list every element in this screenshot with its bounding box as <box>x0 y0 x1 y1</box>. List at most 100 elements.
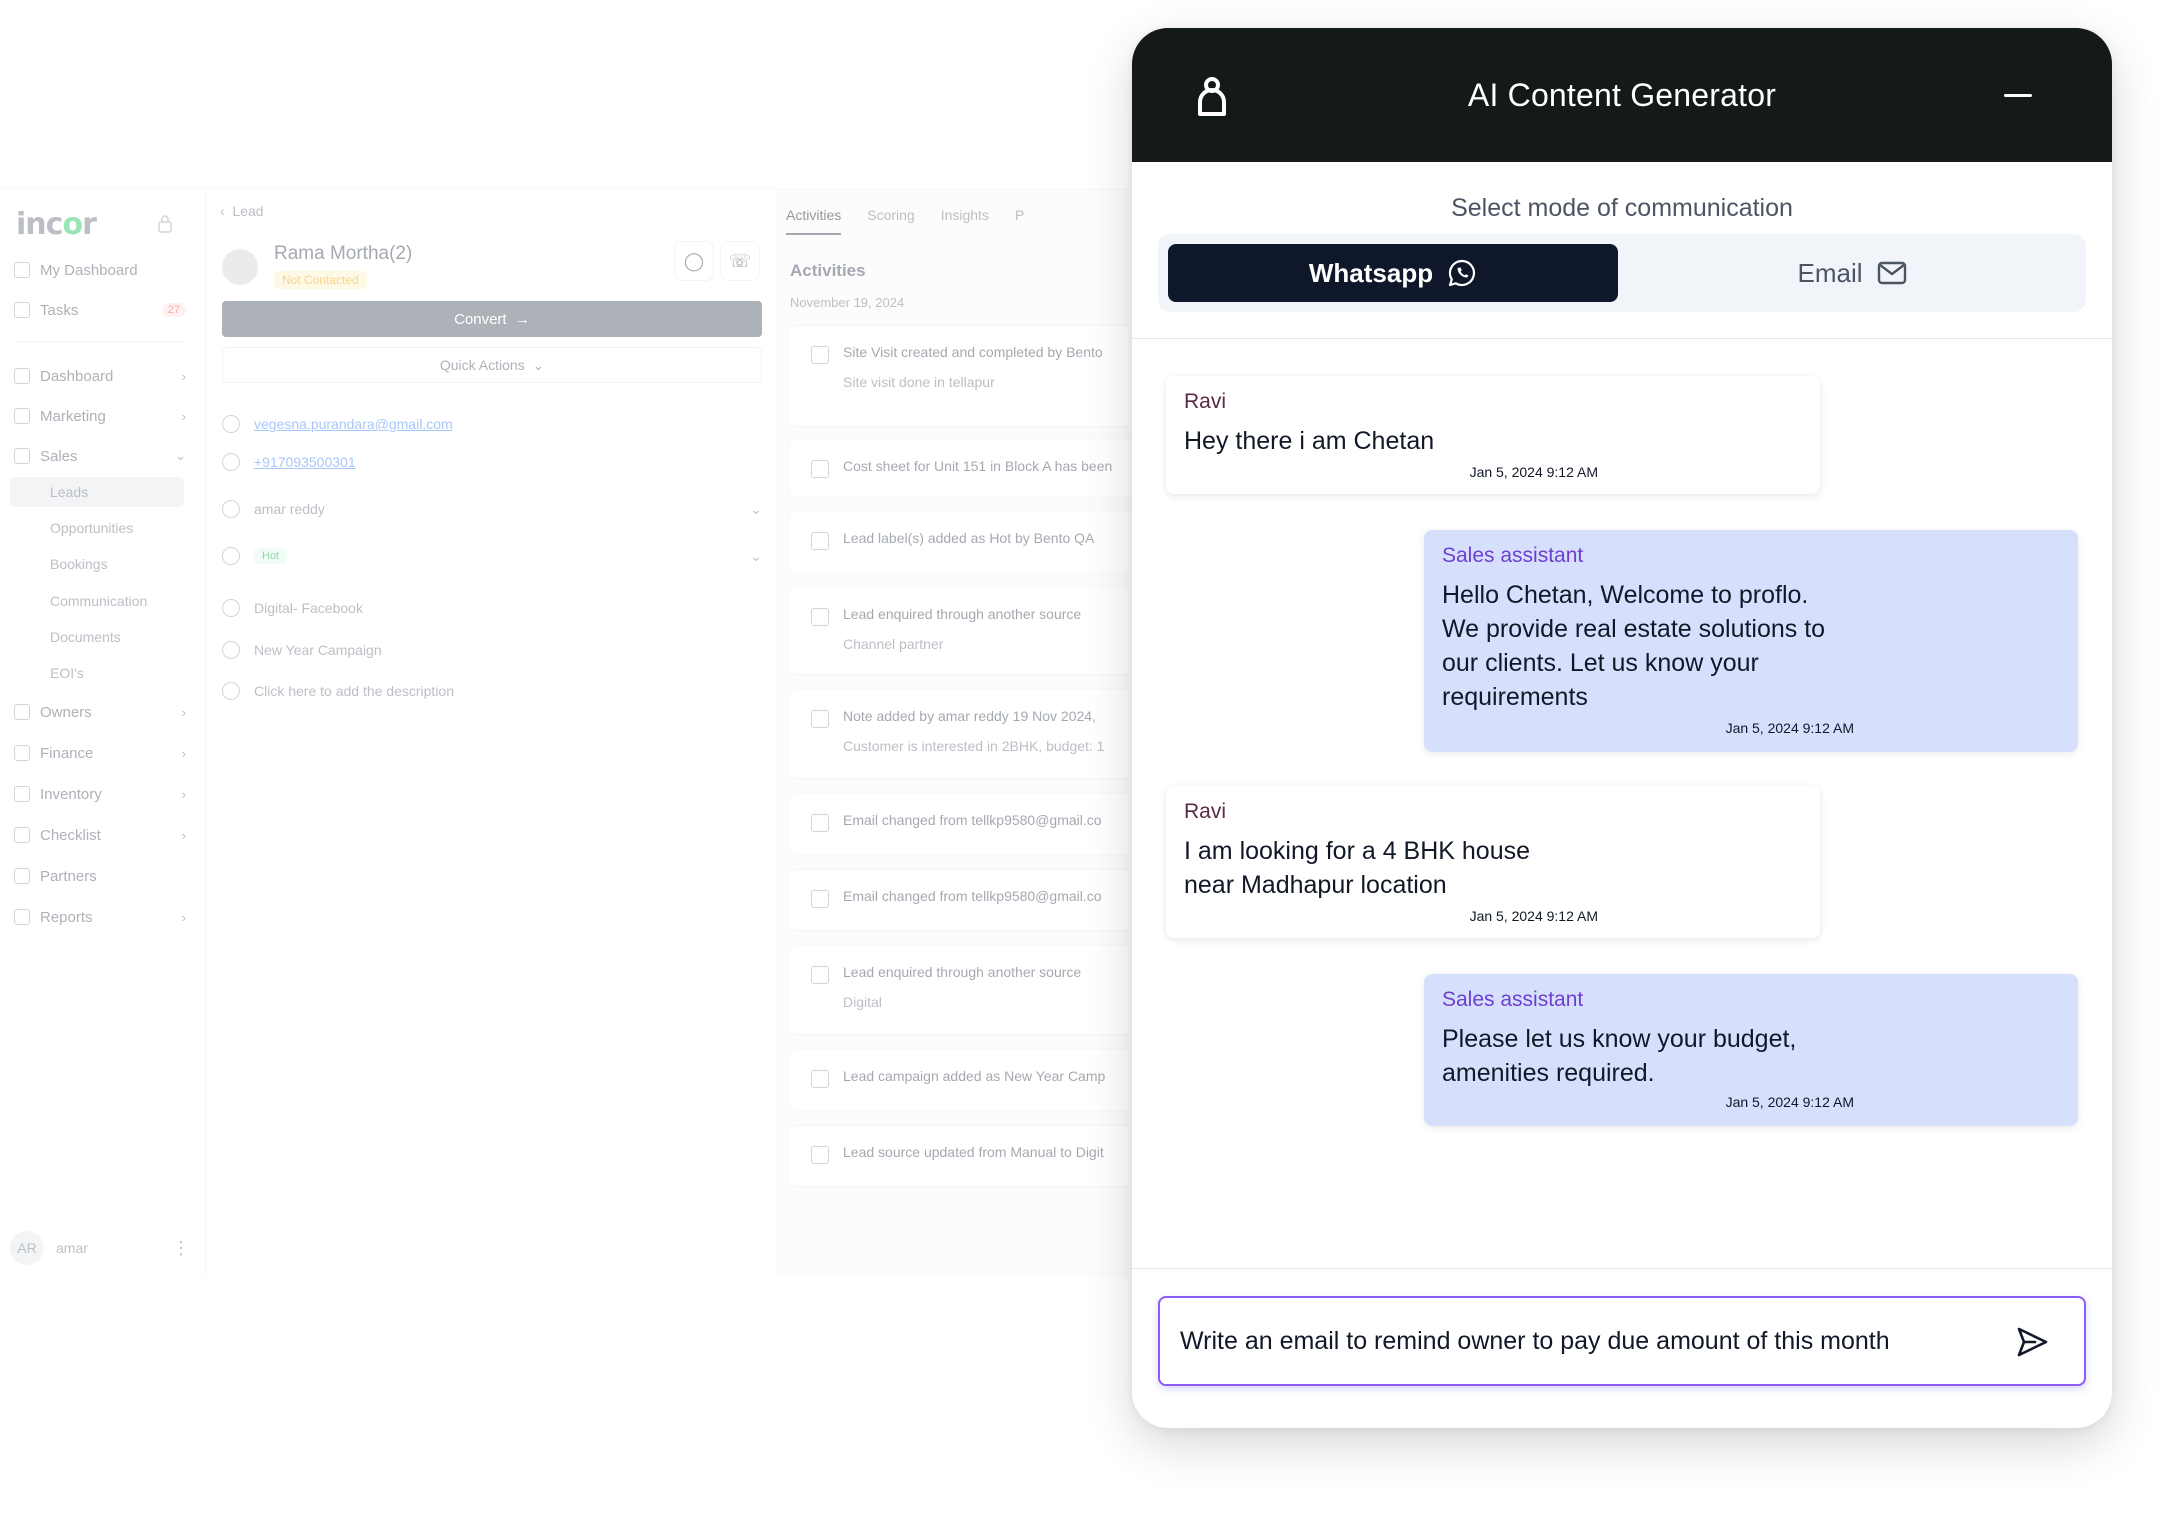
lead-avatar <box>222 249 258 285</box>
call-button[interactable]: ☏ <box>720 241 760 281</box>
send-button[interactable] <box>2012 1322 2052 1362</box>
minimize-icon[interactable] <box>2004 94 2032 97</box>
prompt-input[interactable] <box>1180 1320 1980 1362</box>
activity-card: Email changed from tellkp9580@gmail.co <box>788 869 1140 931</box>
megaphone-icon <box>222 641 240 659</box>
nav-finance[interactable]: Finance › <box>14 738 186 768</box>
message-time: Jan 5, 2024 9:12 AM <box>1725 720 1854 736</box>
activity-tabs: Activities Scoring Insights P <box>786 207 1024 235</box>
whatsapp-mode-button[interactable]: Whatsapp <box>1168 244 1618 302</box>
description-field[interactable]: Click here to add the description <box>222 682 762 700</box>
nav-reports[interactable]: Reports › <box>14 902 186 932</box>
nav-marketing[interactable]: Marketing › <box>14 401 186 431</box>
at-icon <box>222 415 240 433</box>
tab-scoring[interactable]: Scoring <box>867 207 914 235</box>
breadcrumb[interactable]: ‹ Lead <box>220 203 264 219</box>
email-link[interactable]: vegesna.purandara@gmail.com <box>254 416 453 432</box>
user-icon <box>811 532 829 550</box>
activity-card: Lead source updated from Manual to Digit <box>788 1125 1140 1187</box>
chevron-down-icon: ⌄ <box>532 356 545 373</box>
chevron-down-icon: ⌄ <box>750 500 762 517</box>
message-text: Please let us know your budget, amenitie… <box>1442 1025 1797 1087</box>
nav-bookings[interactable]: Bookings <box>10 549 184 579</box>
nav-eois[interactable]: EOI's <box>10 658 184 688</box>
nav-dashboard[interactable]: Dashboard › <box>14 361 186 391</box>
tab-activities[interactable]: Activities <box>786 207 842 235</box>
sidebar: incor My Dashboard Tasks 27 Dashboard › Ma… <box>0 188 206 1278</box>
user-icon <box>811 890 829 908</box>
nav-sales[interactable]: Sales ⌄ <box>14 441 186 471</box>
nav-leads[interactable]: Leads <box>10 477 184 507</box>
whatsapp-button[interactable]: ◯ <box>674 241 714 281</box>
nav-communication[interactable]: Communication <box>10 586 184 616</box>
owner-select[interactable]: amar reddy ⌄ <box>222 500 762 518</box>
list-icon <box>222 682 240 700</box>
chevron-down-icon: ⌄ <box>750 547 762 564</box>
rupee-icon <box>14 745 30 761</box>
user-icon <box>811 1070 829 1088</box>
megaphone-icon <box>14 408 30 424</box>
activities-panel: Activities Scoring Insights P Activities… <box>776 188 1140 1278</box>
activity-card: Lead enquired through another source Chan… <box>788 587 1140 675</box>
tab-insights[interactable]: Insights <box>941 207 989 235</box>
more-icon[interactable]: ⋮ <box>172 1238 190 1259</box>
proflo-logo-icon <box>1198 77 1226 116</box>
message-sender: Ravi <box>1184 390 1227 413</box>
nav-tasks[interactable]: Tasks 27 <box>14 295 186 325</box>
nav-partners[interactable]: Partners <box>14 861 186 891</box>
phone-icon <box>222 453 240 471</box>
user-icon <box>811 814 829 832</box>
tasks-count-badge: 27 <box>161 303 186 317</box>
chat-message-outgoing: Sales assistant Hello Chetan, Welcome to… <box>1424 530 2078 752</box>
phone-link[interactable]: +917093500301 <box>254 454 356 470</box>
note-icon <box>811 710 829 728</box>
convert-button[interactable]: Convert → <box>222 301 762 337</box>
activity-card: Note added by amar reddy 19 Nov 2024, Cus… <box>788 689 1140 779</box>
status-badge: Not Contacted <box>274 271 367 289</box>
message-text: Hello Chetan, Welcome to proflo. We prov… <box>1442 581 1826 711</box>
nav-inventory[interactable]: Inventory › <box>14 779 186 809</box>
activity-card: Email changed from tellkp9580@gmail.co <box>788 793 1140 855</box>
site-visit-icon <box>811 346 829 364</box>
message-sender: Ravi <box>1184 800 1227 823</box>
chart-icon <box>14 368 30 384</box>
nav-my-dashboard[interactable]: My Dashboard <box>14 255 186 285</box>
send-icon <box>2017 1327 2048 1357</box>
prompt-input-container <box>1158 1296 2086 1386</box>
quick-actions-button[interactable]: Quick Actions ⌄ <box>222 347 762 383</box>
chevron-right-icon: › <box>181 408 186 424</box>
panel-title: AI Content Generator <box>1467 76 1777 113</box>
lock-icon[interactable] <box>158 215 172 233</box>
hot-tag: Hot <box>254 548 288 564</box>
tab-more[interactable]: P <box>1015 207 1024 235</box>
mail-icon <box>1877 261 1906 285</box>
nav-checklist[interactable]: Checklist › <box>14 820 186 850</box>
report-icon <box>14 909 30 925</box>
activity-card: Lead campaign added as New Year Camp <box>788 1049 1140 1111</box>
ai-content-generator-panel: AI Content Generator Select mode of comm… <box>1132 28 2112 1428</box>
chevron-right-icon: › <box>181 909 186 925</box>
chevron-right-icon: › <box>181 786 186 802</box>
mode-prompt: Select mode of communication <box>1451 194 1793 222</box>
avatar: AR <box>10 1231 44 1265</box>
background-app: incor My Dashboard Tasks 27 Dashboard › Ma… <box>0 188 1140 1278</box>
chat-message-incoming: Ravi I am looking for a 4 BHK house near… <box>1166 786 1820 938</box>
divider <box>1132 338 2112 339</box>
incor-logo: incor <box>16 207 97 242</box>
partners-icon <box>14 868 30 884</box>
user-menu[interactable]: AR amar ⋮ <box>10 1231 190 1265</box>
message-text: I am looking for a 4 BHK house near Madh… <box>1184 837 1531 899</box>
message-sender: Sales assistant <box>1442 988 1584 1011</box>
message-sender: Sales assistant <box>1442 544 1584 567</box>
email-mode-button[interactable]: Email <box>1628 244 2076 302</box>
source-icon <box>222 599 240 617</box>
nav-owners[interactable]: Owners › <box>14 697 186 727</box>
nav-opportunities[interactable]: Opportunities <box>10 513 184 543</box>
tag-select[interactable]: Hot ⌄ <box>222 547 762 565</box>
user-name: amar <box>56 1240 88 1256</box>
activities-date: November 19, 2024 <box>790 295 905 310</box>
nav-documents[interactable]: Documents <box>10 622 184 652</box>
ai-header: AI Content Generator <box>1132 28 2112 162</box>
lead-campaign-row: New Year Campaign <box>222 641 762 659</box>
message-time: Jan 5, 2024 9:12 AM <box>1469 908 1598 924</box>
